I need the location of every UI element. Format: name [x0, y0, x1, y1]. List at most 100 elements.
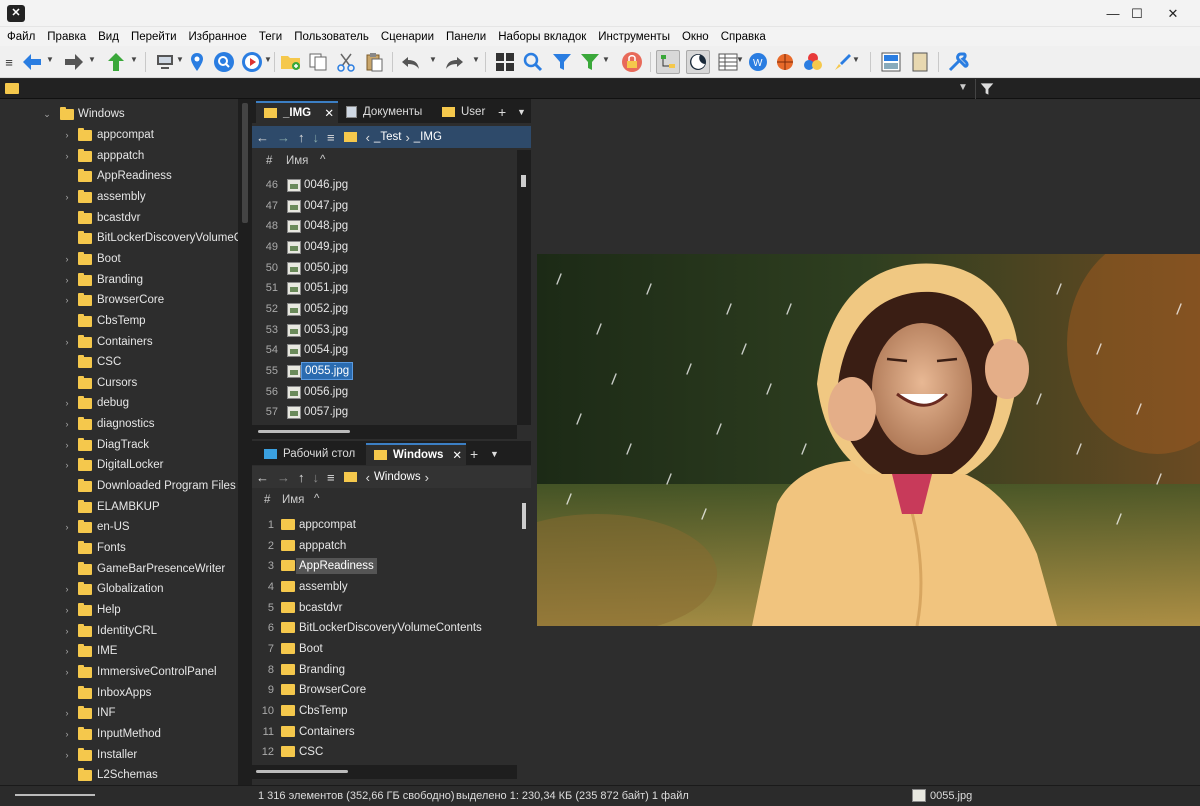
breadcrumb-left-icon[interactable]: ‹ — [366, 470, 370, 485]
chevron-right-icon[interactable]: › — [61, 460, 73, 470]
tree-item[interactable]: › ImmersiveControlPanel — [0, 662, 238, 682]
file-row[interactable]: 3 AppReadiness — [252, 556, 517, 576]
tree-item[interactable]: InboxApps — [0, 683, 238, 703]
tree-item[interactable]: › Help — [0, 600, 238, 620]
chevron-right-icon[interactable]: › — [61, 254, 73, 264]
tree-item[interactable]: Cursors — [0, 373, 238, 393]
chevron-right-icon[interactable]: › — [61, 419, 73, 429]
scroll-thumb[interactable] — [242, 103, 248, 223]
file-row[interactable]: 9 BrowserCore — [252, 680, 517, 700]
down-icon[interactable]: ↓ — [313, 470, 320, 485]
file-row[interactable]: 11 Containers — [252, 722, 517, 742]
up-dropdown-icon[interactable]: ▼ — [130, 55, 138, 64]
up-arrow-icon[interactable] — [104, 50, 128, 74]
back-arrow-icon[interactable] — [20, 50, 44, 74]
tree-item[interactable]: › apppatch — [0, 146, 238, 166]
tree-item[interactable]: › IdentityCRL — [0, 621, 238, 641]
menu-help[interactable]: Справка — [715, 31, 772, 43]
tree-item[interactable]: › BrowserCore — [0, 290, 238, 310]
copy-icon[interactable] — [306, 50, 330, 74]
chevron-right-icon[interactable]: › — [61, 275, 73, 285]
breadcrumb-left-icon[interactable]: ‹ — [366, 130, 370, 145]
horizontal-scrollbar[interactable] — [252, 765, 517, 779]
breadcrumb-item[interactable]: _Test — [374, 131, 402, 143]
computer-icon[interactable] — [153, 50, 177, 74]
tree-item[interactable]: › DigitalLocker — [0, 455, 238, 475]
app-logo-icon[interactable]: ✕ — [7, 5, 25, 22]
file-row[interactable]: 46 0046.jpg — [252, 175, 517, 195]
chevron-right-icon[interactable]: › — [61, 667, 73, 677]
menu-file[interactable]: Файл — [1, 31, 41, 43]
tree-item[interactable]: › diagnostics — [0, 414, 238, 434]
column-number[interactable]: # — [264, 494, 270, 506]
menu-view[interactable]: Вид — [92, 31, 125, 43]
scroll-thumb[interactable] — [521, 175, 526, 187]
file-row[interactable]: 4 assembly — [252, 577, 517, 597]
close-tab-icon[interactable]: ✕ — [452, 448, 462, 462]
menu-user[interactable]: Пользователь — [288, 31, 375, 43]
lock-icon[interactable] — [620, 50, 644, 74]
chevron-right-icon[interactable]: › — [61, 708, 73, 718]
redo-dropdown-icon[interactable]: ▼ — [472, 55, 480, 64]
computer-dropdown-icon[interactable]: ▼ — [176, 55, 184, 64]
chevron-right-icon[interactable]: › — [61, 337, 73, 347]
tree-item[interactable]: › Branding — [0, 270, 238, 290]
chevron-right-icon[interactable]: › — [61, 605, 73, 615]
forward-arrow-icon[interactable] — [62, 50, 86, 74]
file-row[interactable]: 6 BitLockerDiscoveryVolumeContents — [252, 618, 517, 638]
redo-icon[interactable] — [442, 50, 466, 74]
filter-box-icon[interactable] — [980, 82, 994, 99]
file-row[interactable]: 52 0052.jpg — [252, 299, 517, 319]
vertical-scrollbar[interactable] — [517, 150, 531, 425]
tree-item[interactable]: › InputMethod — [0, 724, 238, 744]
tab-documents[interactable]: Документы — [342, 101, 432, 123]
file-row[interactable]: 56 0056.jpg — [252, 382, 517, 402]
file-row[interactable]: 8 Branding — [252, 660, 517, 680]
tree-item[interactable]: › appcompat — [0, 125, 238, 145]
single-pane-icon[interactable] — [879, 50, 903, 74]
tree-item[interactable]: CSC — [0, 352, 238, 372]
tab-windows[interactable]: Windows ✕ — [366, 443, 466, 465]
chevron-right-icon[interactable]: › — [61, 729, 73, 739]
file-row[interactable]: 12 CSC — [252, 742, 517, 762]
tree-item[interactable]: ELAMBKUP — [0, 497, 238, 517]
menu-tags[interactable]: Теги — [253, 31, 288, 43]
file-row[interactable]: 53 0053.jpg — [252, 320, 517, 340]
tree-item[interactable]: BitLockerDiscoveryVolumeCo — [0, 228, 238, 248]
tree-item[interactable]: › Boot — [0, 249, 238, 269]
chevron-right-icon[interactable]: › — [61, 750, 73, 760]
tree-toggle-icon[interactable] — [656, 50, 680, 74]
tab-list-dropdown-icon[interactable]: ▼ — [490, 443, 499, 465]
tree-item[interactable]: L2Schemas — [0, 765, 238, 785]
add-tab-icon[interactable]: + — [498, 101, 506, 123]
menu-favorites[interactable]: Избранное — [183, 31, 253, 43]
file-row[interactable]: 49 0049.jpg — [252, 237, 517, 257]
tree-item[interactable]: › INF — [0, 703, 238, 723]
breadcrumb-item[interactable]: _IMG — [414, 131, 442, 143]
close-button[interactable]: ✕ — [1150, 0, 1196, 27]
column-name[interactable]: Имя — [282, 494, 304, 506]
menu-go[interactable]: Перейти — [125, 31, 183, 43]
chevron-right-icon[interactable]: › — [61, 398, 73, 408]
undo-icon[interactable] — [399, 50, 423, 74]
chevron-right-icon[interactable]: › — [61, 626, 73, 636]
back-icon[interactable]: ← — [256, 470, 269, 485]
menu-icon[interactable]: ≡ — [327, 470, 335, 485]
cut-icon[interactable] — [334, 50, 358, 74]
dark-mode-icon[interactable] — [686, 50, 710, 74]
up-icon[interactable]: ↑ — [298, 470, 305, 485]
tree-item-windows[interactable]: ⌄ Windows — [0, 104, 238, 124]
tree-item[interactable]: › Globalization — [0, 579, 238, 599]
file-row[interactable]: 50 0050.jpg — [252, 258, 517, 278]
file-row[interactable]: 55 0055.jpg — [252, 361, 517, 381]
chevron-right-icon[interactable]: › — [61, 295, 73, 305]
file-row[interactable]: 2 apppatch — [252, 536, 517, 556]
file-row[interactable]: 5 bcastdvr — [252, 598, 517, 618]
scroll-thumb[interactable] — [256, 770, 348, 773]
menu-icon[interactable]: ≡ — [2, 50, 16, 74]
chevron-right-icon[interactable]: › — [61, 192, 73, 202]
tree-item[interactable]: › Containers — [0, 332, 238, 352]
layout-grid-icon[interactable] — [493, 50, 517, 74]
chevron-right-icon[interactable]: › — [61, 584, 73, 594]
tree-item[interactable]: AppReadiness — [0, 166, 238, 186]
